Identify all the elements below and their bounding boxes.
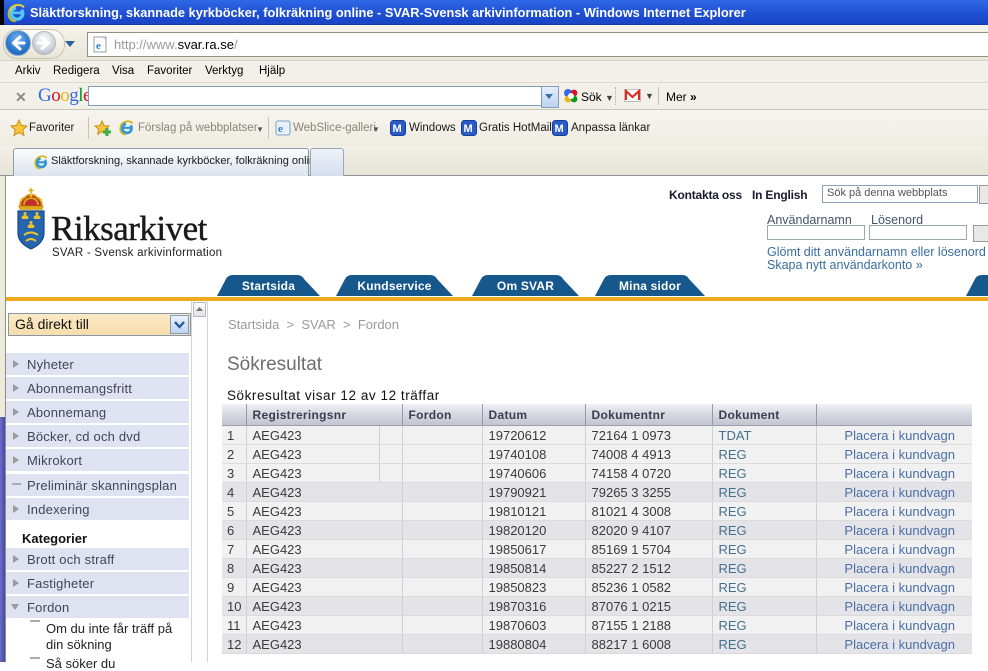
svg-text:e: e [96,40,101,52]
svg-text:M: M [464,123,473,135]
svg-text:e: e [278,123,283,135]
svg-text:M: M [555,123,564,135]
svg-text:M: M [393,123,402,135]
